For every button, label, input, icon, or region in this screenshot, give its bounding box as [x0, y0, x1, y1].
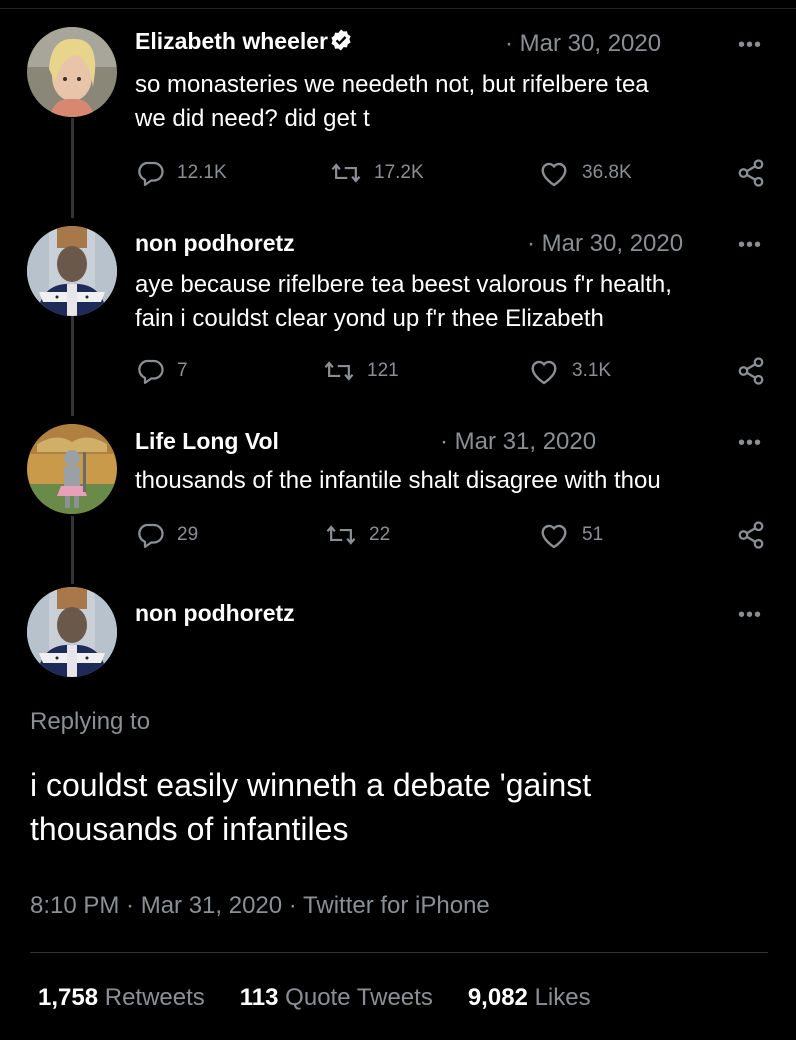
tweet-actions: 29 22 51 — [135, 520, 775, 550]
divider — [30, 952, 768, 953]
top-divider — [0, 8, 796, 9]
heart-icon — [541, 524, 567, 549]
tweet-text: so monasteries we needeth not, but rifel… — [135, 71, 649, 132]
heart-icon — [531, 360, 557, 385]
tweet-text: thousands of the infantile shalt disagre… — [135, 467, 661, 494]
author-name[interactable]: non podhoretz — [135, 600, 295, 627]
engagement-stats: 1,758 Retweets 113 Quote Tweets 9,082 Li… — [38, 984, 591, 1012]
author-name[interactable]: Life Long Vol — [135, 428, 279, 455]
heart-icon — [541, 162, 567, 187]
reply-icon — [138, 523, 164, 548]
author-name[interactable]: Elizabeth wheeler — [135, 28, 353, 55]
avatar[interactable] — [27, 27, 117, 117]
thread-connector — [71, 316, 74, 416]
retweets-stat[interactable]: 1,758 Retweets — [38, 984, 205, 1012]
tweet-date[interactable]: · Mar 31, 2020 — [440, 428, 596, 456]
reply-icon — [138, 359, 164, 384]
tweet-date[interactable]: · Mar 30, 2020 — [505, 30, 661, 58]
share-icon — [738, 521, 764, 549]
thread-connector — [71, 516, 74, 584]
share-icon — [738, 159, 764, 187]
like-button[interactable]: 3.1K — [528, 356, 611, 386]
like-button[interactable]: 36.8K — [538, 158, 632, 188]
share-icon — [738, 357, 764, 385]
retweet-icon — [326, 525, 356, 545]
reply-button[interactable]: 7 — [135, 356, 188, 386]
replying-to-label: Replying to — [30, 708, 151, 735]
share-button[interactable] — [735, 158, 767, 188]
more-options-icon[interactable]: ••• — [738, 604, 762, 627]
reply-button[interactable]: 12.1K — [135, 158, 227, 188]
tweet-actions: 12.1K 17.2K 36.8K — [135, 158, 775, 188]
likes-stat[interactable]: 9,082 Likes — [468, 984, 591, 1012]
verified-badge-icon — [331, 29, 351, 51]
more-options-icon[interactable]: ••• — [738, 34, 762, 57]
retweet-button[interactable]: 17.2K — [330, 158, 424, 188]
tweet-date[interactable]: · Mar 30, 2020 — [527, 230, 683, 258]
more-options-icon[interactable]: ••• — [738, 432, 762, 455]
author-name[interactable]: non podhoretz — [135, 230, 295, 257]
like-button[interactable]: 51 — [538, 520, 603, 550]
reply-button[interactable]: 29 — [135, 520, 198, 550]
tweet-text: aye because rifelbere tea beest valorous… — [135, 271, 672, 332]
share-button[interactable] — [735, 520, 767, 550]
quote-tweets-stat[interactable]: 113 Quote Tweets — [240, 984, 433, 1012]
retweet-icon — [331, 163, 361, 183]
retweet-button[interactable]: 22 — [325, 520, 390, 550]
thread-connector — [71, 118, 74, 218]
main-tweet-text: i couldst easily winneth a debate 'gains… — [30, 767, 592, 847]
share-button[interactable] — [735, 356, 767, 386]
reply-icon — [138, 161, 164, 186]
retweet-icon — [324, 361, 354, 381]
tweet-actions: 7 121 3.1K — [135, 356, 775, 386]
avatar[interactable] — [27, 226, 117, 316]
more-options-icon[interactable]: ••• — [738, 234, 762, 257]
retweet-button[interactable]: 121 — [323, 356, 399, 386]
avatar[interactable] — [27, 424, 117, 514]
avatar[interactable] — [27, 587, 117, 677]
tweet-timestamp[interactable]: 8:10 PM · Mar 31, 2020 · Twitter for iPh… — [30, 892, 490, 920]
